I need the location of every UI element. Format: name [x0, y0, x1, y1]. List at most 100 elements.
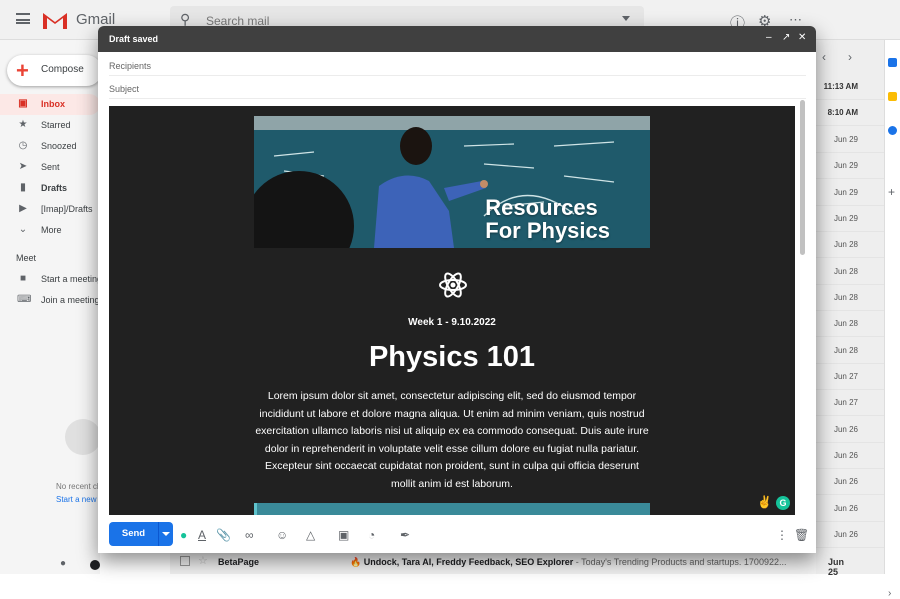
compose-button[interactable]: + Compose: [7, 55, 102, 86]
send-options-dropdown[interactable]: [158, 522, 173, 546]
mail-row-date[interactable]: Jun 26: [816, 496, 884, 522]
hangouts-bubble-icon: [65, 419, 101, 455]
atom-icon: [439, 272, 467, 298]
fullscreen-icon[interactable]: ↗: [782, 32, 790, 43]
mail-date: Jun 25: [828, 557, 845, 577]
sidebar-item-label: Starred: [41, 120, 71, 130]
mail-row-date[interactable]: Jun 28: [816, 259, 884, 285]
scrollbar-thumb[interactable]: [800, 100, 805, 255]
join-meeting-item[interactable]: ⌨ Join a meeting: [0, 290, 100, 311]
video-camera-icon: ■: [19, 273, 27, 284]
discard-draft-trash-icon[interactable]: 🗑: [794, 528, 809, 542]
mail-snippet: - Today's Trending Products and startups…: [573, 557, 787, 567]
sidebar-item-sent[interactable]: ➤ Sent: [0, 157, 100, 178]
mail-row-date[interactable]: 8:10 AM: [816, 100, 884, 126]
clock-icon: ◷: [18, 140, 28, 151]
mail-date: Jun 28: [833, 293, 858, 302]
mail-sender: BetaPage: [218, 557, 260, 567]
body-scrollbar[interactable]: [798, 100, 806, 515]
mail-date: Jun 29: [833, 135, 858, 144]
keep-icon[interactable]: [888, 92, 897, 101]
mail-row-date[interactable]: Jun 29: [816, 127, 884, 153]
star-icon[interactable]: ☆: [198, 554, 208, 567]
email-body[interactable]: Resources For Physics Week 1 - 9.10.2022…: [109, 106, 795, 515]
mail-date: 8:10 AM: [827, 108, 858, 117]
mail-row-date[interactable]: Jun 28: [816, 285, 884, 311]
calendar-icon[interactable]: [888, 58, 897, 67]
insert-link-icon[interactable]: ∞: [245, 528, 254, 542]
sidebar-item-label: More: [41, 225, 62, 235]
sidebar-item-imap-drafts[interactable]: ▶ [Imap]/Drafts: [0, 199, 100, 220]
more-options-icon[interactable]: ⋮: [776, 528, 788, 542]
sidebar-item-drafts[interactable]: ▮ Drafts: [0, 178, 100, 199]
attach-file-icon[interactable]: 📎: [216, 528, 231, 542]
email-paragraph: Lorem ipsum dolor sit amet, consectetur …: [255, 390, 649, 490]
label-icon: ▶: [19, 203, 27, 214]
prev-page-icon[interactable]: ‹: [822, 50, 826, 64]
insert-emoji-icon[interactable]: ☺: [276, 528, 288, 542]
star-icon: ★: [18, 119, 28, 130]
add-addon-icon[interactable]: +: [888, 185, 895, 199]
sidebar-item-inbox[interactable]: ▣ Inbox: [0, 94, 100, 115]
mail-date: Jun 28: [833, 346, 858, 355]
dialog-header[interactable]: Draft saved – ↗ ✕: [98, 26, 816, 52]
sidebar-item-more[interactable]: ⌄ More: [0, 220, 100, 241]
formatting-options-icon[interactable]: A: [198, 528, 206, 542]
sidebar-item-starred[interactable]: ★ Starred: [0, 115, 100, 136]
signature-pen-icon[interactable]: ✒: [400, 528, 410, 542]
victory-hand-icon[interactable]: ✌: [757, 495, 772, 509]
mail-row-date[interactable]: Jun 28: [816, 232, 884, 258]
mail-date: Jun 28: [833, 267, 858, 276]
send-icon: ➤: [18, 161, 28, 172]
gmail-logo-icon[interactable]: [42, 10, 68, 30]
meet-heading: Meet: [16, 253, 37, 263]
mail-row-date[interactable]: Jun 29: [816, 153, 884, 179]
tasks-icon[interactable]: [888, 126, 897, 135]
mail-row-date[interactable]: 11:13 AM: [816, 74, 884, 100]
week-label: Week 1 - 9.10.2022: [408, 317, 496, 328]
keyboard-icon: ⌨: [17, 294, 32, 305]
person-icon[interactable]: ●: [60, 558, 66, 569]
mail-row-date[interactable]: Jun 29: [816, 206, 884, 232]
mail-date: Jun 26: [833, 477, 858, 486]
mail-date: Jun 26: [833, 425, 858, 434]
mail-row-date[interactable]: Jun 29: [816, 180, 884, 206]
mail-subject-line: 🔥 Undock, Tara AI, Freddy Feedback, SEO …: [350, 557, 786, 568]
mail-date: Jun 27: [833, 398, 858, 407]
sidebar-item-snoozed[interactable]: ◷ Snoozed: [0, 136, 100, 157]
main-menu-icon[interactable]: [16, 13, 30, 24]
mail-row-date[interactable]: Jun 26: [816, 522, 884, 548]
grammarly-icon[interactable]: G: [776, 496, 790, 510]
mail-date: Jun 29: [833, 214, 858, 223]
google-drive-icon[interactable]: △: [306, 528, 315, 542]
close-icon[interactable]: ✕: [798, 32, 806, 43]
send-button[interactable]: Send: [109, 522, 158, 546]
subject-field[interactable]: Subject: [109, 76, 806, 99]
hangouts-icon[interactable]: [90, 560, 100, 570]
mail-date: Jun 29: [833, 161, 858, 170]
mail-row-date[interactable]: Jun 28: [816, 311, 884, 337]
next-page-icon[interactable]: ›: [848, 50, 852, 64]
grammarly-toolbar-icon[interactable]: ●: [180, 528, 187, 542]
confidential-mode-icon[interactable]: ◔: [368, 528, 375, 542]
insert-photo-icon[interactable]: ▣: [338, 528, 349, 542]
hero-image: Resources For Physics: [254, 116, 650, 248]
compose-label: Compose: [41, 64, 84, 75]
mail-row-date[interactable]: Jun 27: [816, 364, 884, 390]
recipients-field[interactable]: Recipients: [109, 53, 806, 76]
mail-row-date[interactable]: Jun 26: [816, 417, 884, 443]
subject-label: Subject: [109, 84, 140, 94]
search-options-icon[interactable]: [622, 16, 630, 21]
compose-dialog: Draft saved – ↗ ✕ Recipients Subject Res…: [98, 26, 816, 553]
teal-content-block: [254, 503, 650, 515]
join-meeting-label: Join a meeting: [41, 295, 99, 305]
start-meeting-item[interactable]: ■ Start a meeting: [0, 269, 100, 290]
row-checkbox[interactable]: [180, 556, 190, 566]
mail-row-date[interactable]: Jun 27: [816, 390, 884, 416]
mail-row-date[interactable]: Jun 26: [816, 469, 884, 495]
expand-panel-icon[interactable]: ›: [888, 588, 891, 599]
mail-subject: 🔥 Undock, Tara AI, Freddy Feedback, SEO …: [350, 557, 574, 567]
minimize-icon[interactable]: –: [766, 32, 772, 43]
mail-row-date[interactable]: Jun 26: [816, 443, 884, 469]
mail-row-date[interactable]: Jun 28: [816, 338, 884, 364]
